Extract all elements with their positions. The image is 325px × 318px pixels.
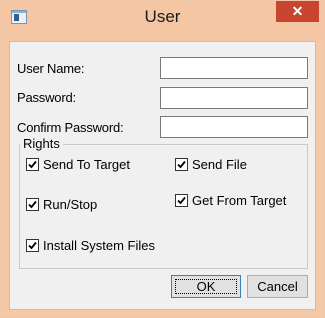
send-to-target-checkbox[interactable]: Send To Target xyxy=(26,157,130,172)
get-from-target-label: Get From Target xyxy=(192,193,287,208)
password-label: Password: xyxy=(17,90,76,105)
cancel-button-label: Cancel xyxy=(257,279,298,294)
send-file-checkbox[interactable]: Send File xyxy=(175,157,247,172)
checkmark-icon xyxy=(26,158,39,171)
send-to-target-label: Send To Target xyxy=(43,157,130,172)
install-system-files-checkbox[interactable]: Install System Files xyxy=(26,238,155,253)
rights-group-label: Rights xyxy=(20,136,63,151)
checkmark-icon xyxy=(26,198,39,211)
install-system-files-label: Install System Files xyxy=(43,238,155,253)
get-from-target-checkbox[interactable]: Get From Target xyxy=(175,193,286,208)
user-dialog: User ✕ User Name: Password: Confirm Pass… xyxy=(0,0,325,318)
send-file-label: Send File xyxy=(192,157,247,172)
focus-rectangle xyxy=(175,279,237,294)
confirm-password-field[interactable] xyxy=(160,116,308,138)
ok-button[interactable]: OK xyxy=(171,275,241,298)
run-stop-label: Run/Stop xyxy=(43,197,98,212)
cancel-button[interactable]: Cancel xyxy=(247,275,308,298)
user-name-field[interactable] xyxy=(160,57,308,79)
checkmark-icon xyxy=(175,194,188,207)
checkmark-icon xyxy=(26,239,39,252)
run-stop-checkbox[interactable]: Run/Stop xyxy=(26,197,97,212)
confirm-password-label: Confirm Password: xyxy=(17,120,124,135)
close-icon: ✕ xyxy=(291,3,304,19)
checkmark-icon xyxy=(175,158,188,171)
title-bar: User ✕ xyxy=(1,1,324,41)
password-field[interactable] xyxy=(160,87,308,109)
user-name-label: User Name: xyxy=(17,61,85,76)
dialog-client-area: User Name: Password: Confirm Password: R… xyxy=(9,41,316,310)
close-button[interactable]: ✕ xyxy=(276,1,319,22)
